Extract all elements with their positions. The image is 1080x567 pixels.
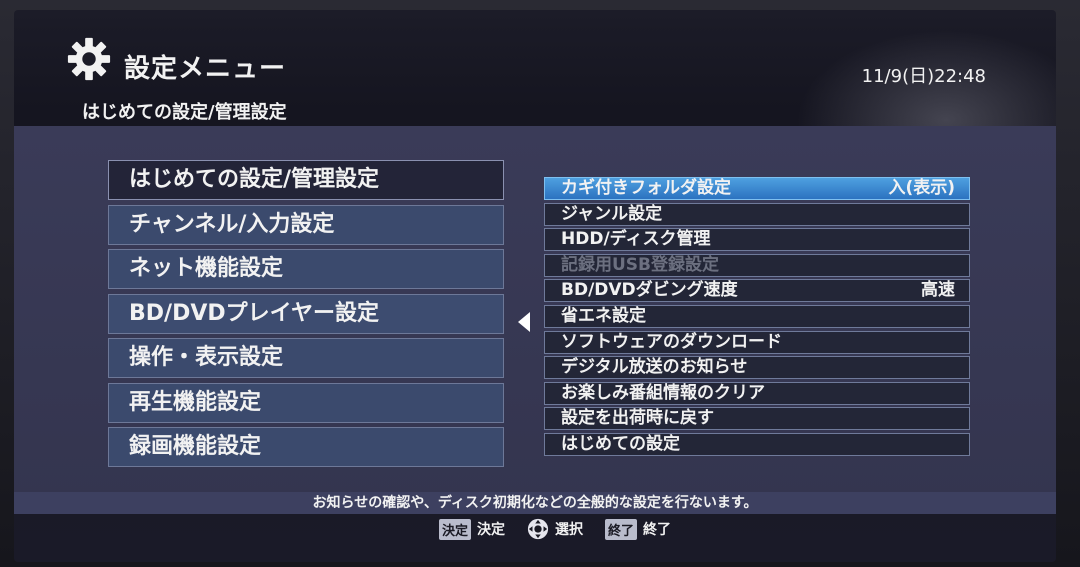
setting-item-label: カギ付きフォルダ設定	[561, 178, 731, 198]
category-item-playback[interactable]: 再生機能設定	[108, 382, 504, 423]
exit-label: 終了	[643, 522, 672, 538]
setting-item-genre[interactable]: ジャンル設定	[544, 202, 970, 226]
category-item-recording[interactable]: 録画機能設定	[108, 427, 504, 467]
exit-key: 終了	[605, 518, 638, 540]
category-item-channel-input[interactable]: チャンネル/入力設定	[108, 204, 504, 245]
category-item-label: 録画機能設定	[129, 434, 262, 459]
tv-bezel: 設定メニュー はじめての設定/管理設定 11/9(日)22:48 はじめての設定…	[0, 0, 1080, 567]
setting-item-label: デジタル放送のお知らせ	[561, 357, 748, 378]
category-item-label: はじめての設定/管理設定	[129, 167, 380, 192]
category-item-label: 操作・表示設定	[129, 345, 284, 370]
triangle-left-icon	[518, 312, 530, 332]
category-menu: はじめての設定/管理設定 チャンネル/入力設定 ネット機能設定 BD/DVDプレ…	[108, 160, 504, 472]
setting-item-label: 設定を出荷時に戻す	[561, 408, 714, 429]
category-item-network[interactable]: ネット機能設定	[108, 249, 504, 289]
category-item-bd-dvd-player[interactable]: BD/DVDプレイヤー設定	[108, 293, 504, 334]
ok-label: 決定	[477, 522, 505, 538]
setting-item-value: 入(表示)	[888, 178, 955, 198]
clock: 11/9(日)22:48	[861, 66, 986, 87]
category-item-label: ネット機能設定	[129, 256, 284, 281]
setting-item-software-download[interactable]: ソフトウェアのダウンロード	[544, 330, 970, 354]
setting-item-label: BD/DVDダビング速度	[561, 280, 738, 301]
setting-item-clear-program-info[interactable]: お楽しみ番組情報のクリア	[544, 381, 970, 405]
page-title: 設定メニュー	[124, 54, 287, 84]
description-bar: お知らせの確認や、ディスク初期化などの全般的な設定を行ないます。	[14, 492, 1056, 514]
ok-key: 決定	[438, 518, 471, 540]
setting-item-broadcast-notice[interactable]: デジタル放送のお知らせ	[544, 356, 970, 380]
category-item-initial-setup[interactable]: はじめての設定/管理設定	[108, 160, 504, 200]
setting-item-usb-register: 記録用USB登録設定	[544, 253, 970, 277]
category-item-label: 再生機能設定	[129, 389, 262, 415]
footer-guide: 決定 決定 選択 終了 終了	[14, 518, 1056, 548]
select-label: 選択	[555, 522, 583, 538]
setting-item-eco[interactable]: 省エネ設定	[544, 304, 970, 328]
dpad-icon	[527, 518, 549, 540]
setting-item-label: 省エネ設定	[561, 305, 646, 326]
setting-item-label: HDD/ディスク管理	[561, 229, 711, 250]
breadcrumb: はじめての設定/管理設定	[82, 102, 287, 123]
category-item-label: BD/DVDプレイヤー設定	[129, 300, 379, 326]
setting-item-factory-reset[interactable]: 設定を出荷時に戻す	[544, 407, 970, 431]
setting-item-label: お楽しみ番組情報のクリア	[561, 382, 765, 403]
category-item-operation-display[interactable]: 操作・表示設定	[108, 338, 504, 378]
header: 設定メニュー はじめての設定/管理設定 11/9(日)22:48	[14, 10, 1056, 123]
tv-screen: 設定メニュー はじめての設定/管理設定 11/9(日)22:48 はじめての設定…	[14, 10, 1056, 562]
setting-item-locked-folder[interactable]: カギ付きフォルダ設定 入(表示)	[544, 177, 970, 200]
category-item-label: チャンネル/入力設定	[129, 211, 335, 237]
setting-item-label: 記録用USB登録設定	[561, 254, 720, 275]
menu-panel: はじめての設定/管理設定 チャンネル/入力設定 ネット機能設定 BD/DVDプレ…	[14, 126, 1056, 502]
setting-item-value: 高速	[921, 280, 955, 301]
gear-icon	[67, 37, 111, 81]
setting-item-dubbing-speed[interactable]: BD/DVDダビング速度 高速	[544, 279, 970, 303]
settings-list: カギ付きフォルダ設定 入(表示) ジャンル設定 HDD/ディスク管理 記録用US…	[544, 177, 970, 459]
setting-item-initial-setup[interactable]: はじめての設定	[544, 432, 970, 456]
setting-item-label: ソフトウェアのダウンロード	[561, 331, 782, 352]
setting-item-label: ジャンル設定	[561, 203, 663, 224]
setting-item-hdd-disk[interactable]: HDD/ディスク管理	[544, 228, 970, 252]
setting-item-label: はじめての設定	[561, 433, 680, 454]
